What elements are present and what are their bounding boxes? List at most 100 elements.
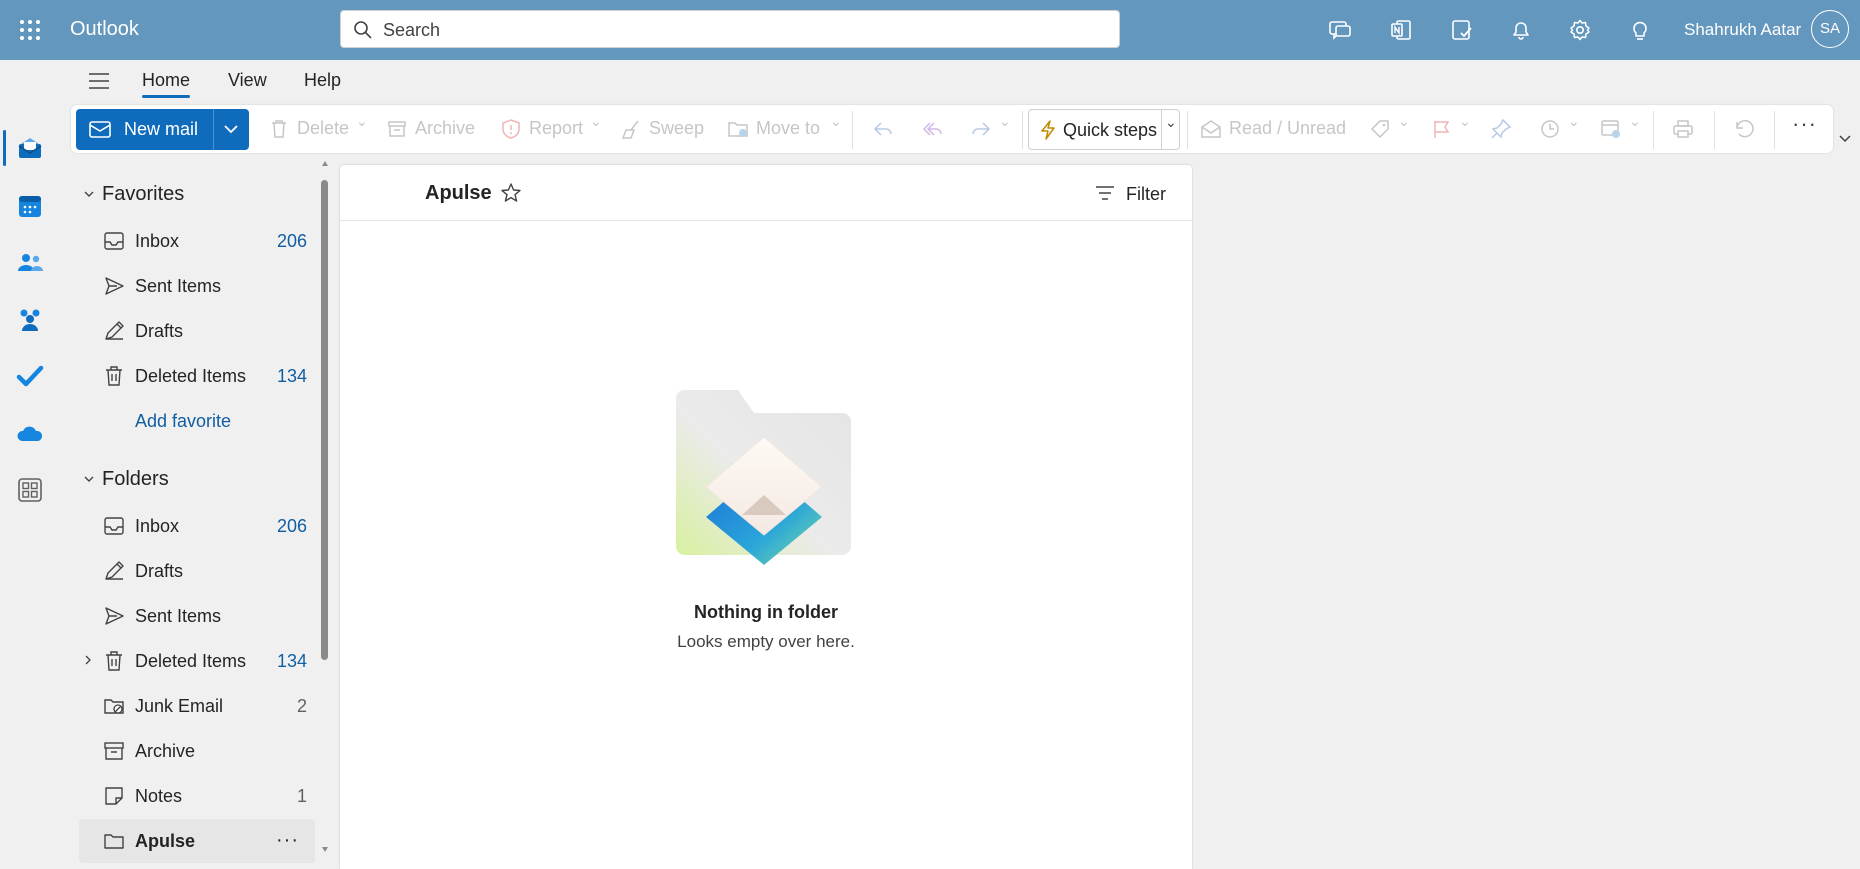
delete-button[interactable]: Delete <box>297 118 349 139</box>
app-rail <box>0 60 61 869</box>
sweep-button[interactable]: Sweep <box>649 118 704 139</box>
new-mail-button[interactable]: New mail <box>76 109 249 150</box>
unread-count: 206 <box>276 231 307 251</box>
reply-all-icon[interactable] <box>921 118 943 140</box>
folder-notes[interactable]: Notes 1 <box>79 774 315 818</box>
undo-icon[interactable] <box>1732 118 1754 140</box>
item-count: 1 <box>296 786 307 806</box>
folder-label: Apulse <box>135 831 196 851</box>
todo-icon[interactable] <box>1450 18 1474 42</box>
quick-steps-label: Quick steps <box>1063 120 1158 140</box>
bell-icon[interactable] <box>1509 18 1533 42</box>
calendar-icon[interactable] <box>16 192 44 220</box>
rules-icon[interactable] <box>1600 118 1622 140</box>
folder-label: Sent Items <box>135 276 222 296</box>
favorites-header[interactable]: Favorites <box>102 183 184 206</box>
archive-icon <box>388 121 406 137</box>
scroll-down-arrow[interactable] <box>322 847 328 852</box>
tag-icon[interactable] <box>1369 118 1391 140</box>
folder-label: Inbox <box>135 516 180 536</box>
chevron-down-icon[interactable]: ⌄ <box>590 113 602 130</box>
search-box[interactable] <box>340 10 1120 48</box>
hamburger-menu-icon[interactable] <box>86 68 112 94</box>
chevron-down-icon[interactable] <box>83 473 95 485</box>
folder-drafts[interactable]: Drafts <box>79 549 315 593</box>
folder-apulse[interactable]: Apulse ··· <box>79 819 315 863</box>
folder-label: Notes <box>135 786 183 806</box>
chevron-down-icon[interactable]: ⌄ <box>1459 113 1471 130</box>
folder-archive[interactable]: Archive <box>79 729 315 773</box>
favorites-deleted-items[interactable]: Deleted Items 134 <box>79 354 315 398</box>
avatar[interactable]: SA <box>1811 10 1849 48</box>
archive-icon <box>104 742 124 760</box>
folder-junk-email[interactable]: Junk Email 2 <box>79 684 315 728</box>
move-to-button[interactable]: Move to <box>756 118 820 139</box>
forward-icon[interactable] <box>970 118 992 140</box>
teams-chat-icon[interactable] <box>1328 18 1352 42</box>
folders-header[interactable]: Folders <box>102 468 169 491</box>
folder-inbox[interactable]: Inbox 206 <box>79 504 315 548</box>
report-button[interactable]: Report <box>529 118 583 139</box>
unread-count: 206 <box>276 516 307 536</box>
chevron-down-icon[interactable]: ⌄ <box>1165 114 1177 131</box>
sweep-broom-icon <box>621 120 639 139</box>
favorites-inbox[interactable]: Inbox 206 <box>79 219 315 263</box>
chevron-down-icon[interactable]: ⌄ <box>1398 113 1410 130</box>
notes-icon <box>105 787 123 805</box>
archive-button[interactable]: Archive <box>415 118 475 139</box>
chevron-down-icon[interactable] <box>83 188 95 200</box>
scroll-up-arrow[interactable] <box>322 161 328 166</box>
folder-deleted-items[interactable]: Deleted Items 134 <box>79 639 315 683</box>
gear-icon[interactable] <box>1568 18 1592 42</box>
search-input[interactable] <box>381 17 1105 43</box>
item-count: 2 <box>296 696 307 716</box>
chevron-right-icon[interactable] <box>83 654 93 666</box>
read-unread-button[interactable]: Read / Unread <box>1229 118 1346 139</box>
flag-icon[interactable] <box>1430 118 1452 140</box>
tab-home[interactable]: Home <box>142 70 190 91</box>
folder-pane-scrollbar[interactable] <box>321 180 328 660</box>
print-icon[interactable] <box>1672 118 1694 140</box>
chevron-down-icon[interactable] <box>223 123 239 135</box>
folder-label: Drafts <box>135 321 184 341</box>
pin-icon[interactable] <box>1490 118 1512 140</box>
favorite-star-icon[interactable] <box>500 182 522 204</box>
add-favorite-link[interactable]: Add favorite <box>135 411 231 432</box>
groups-icon[interactable] <box>16 305 44 333</box>
chevron-down-icon[interactable]: ⌄ <box>356 113 368 130</box>
ribbon-expand-chevron-icon[interactable] <box>1838 134 1852 144</box>
send-icon <box>105 277 124 295</box>
favorites-drafts[interactable]: Drafts <box>79 309 315 353</box>
chevron-down-icon[interactable]: ⌄ <box>830 113 842 130</box>
tab-help[interactable]: Help <box>304 70 341 91</box>
tab-view[interactable]: View <box>228 70 267 91</box>
snooze-clock-icon[interactable] <box>1539 118 1561 140</box>
ribbon-separator <box>1653 111 1654 149</box>
apps-icon[interactable] <box>16 476 44 504</box>
move-to-folder-icon <box>728 122 748 137</box>
todo-check-icon[interactable] <box>16 362 44 390</box>
app-title[interactable]: Outlook <box>70 18 139 41</box>
quick-steps-button[interactable]: Quick steps ⌄ <box>1028 109 1180 150</box>
app-launcher-icon[interactable] <box>18 18 42 42</box>
more-options-icon[interactable]: ··· <box>1792 111 1817 137</box>
mail-icon[interactable] <box>16 134 44 162</box>
filter-icon[interactable] <box>1095 184 1115 202</box>
chevron-down-icon[interactable]: ⌄ <box>1629 113 1641 130</box>
filter-button[interactable]: Filter <box>1126 184 1166 205</box>
folder-sent-items[interactable]: Sent Items <box>79 594 315 638</box>
report-shield-icon <box>502 119 520 139</box>
onenote-icon[interactable] <box>1389 18 1413 42</box>
ribbon-separator <box>1022 111 1023 149</box>
chevron-down-icon[interactable]: ⌄ <box>999 113 1011 130</box>
people-icon[interactable] <box>16 249 44 277</box>
favorites-sent-items[interactable]: Sent Items <box>79 264 315 308</box>
user-name[interactable]: Shahrukh Aatar <box>1684 20 1801 40</box>
chevron-down-icon[interactable]: ⌄ <box>1568 113 1580 130</box>
reply-icon[interactable] <box>872 118 894 140</box>
new-mail-label: New mail <box>124 119 199 139</box>
ribbon-separator <box>852 111 853 149</box>
lightbulb-icon[interactable] <box>1628 18 1652 42</box>
more-options-icon[interactable]: ··· <box>276 829 299 852</box>
onedrive-icon[interactable] <box>16 420 44 448</box>
